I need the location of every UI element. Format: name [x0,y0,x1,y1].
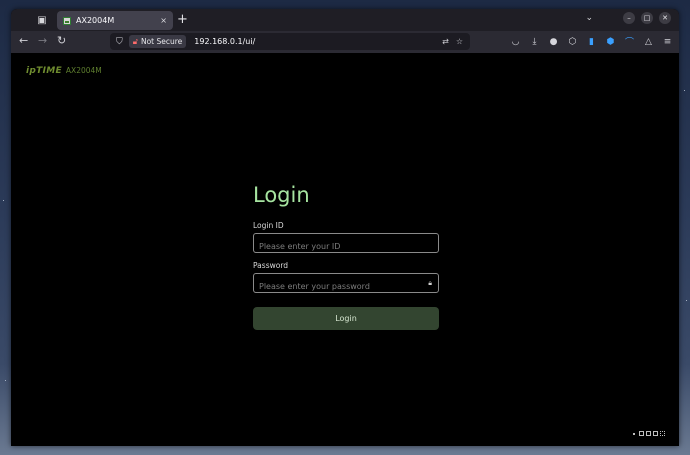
square-icon [639,431,644,436]
password-lock-icon: 🔒︎ [428,279,432,287]
not-secure-label: Not Secure [140,37,183,46]
new-tab-button[interactable]: + [177,11,188,29]
login-id-label: Login ID [253,221,284,230]
url-text[interactable]: 192.168.0.1/ui/ [194,37,442,46]
square-icon [646,431,651,436]
insecure-lock-icon: 🔓︎ [132,36,138,46]
password-label: Password [253,261,289,270]
square-icon [653,431,658,436]
tab-title: AX2004M [76,16,115,25]
login-button[interactable]: Login [253,307,439,330]
pocket-icon[interactable]: ◡ [510,37,521,47]
login-id-field [253,233,439,256]
page-content: ipTIME AX2004M Login Login ID Password 🔒… [11,53,679,446]
toolbar-icons: ◡ ⤓ ● ⬡ ▮ ⬢ ⌒ △ ≡ [510,35,673,49]
adblock-icon[interactable]: ● [548,37,559,47]
star [684,90,685,91]
address-bar[interactable]: ⛉ 🔓︎ Not Secure 192.168.0.1/ui/ ⇄ ☆ [110,33,470,50]
back-arrow-icon[interactable]: ← [19,34,28,47]
tracking-shield-icon[interactable]: ⛉ [116,37,123,47]
login-title: Login [253,183,310,207]
password-field: 🔒︎ [253,273,439,296]
forward-arrow-icon[interactable]: → [38,34,47,47]
router-model: AX2004M [65,66,102,75]
router-favicon-icon [63,16,71,25]
language-selector[interactable] [633,431,665,436]
password-input[interactable] [254,277,438,296]
translate-icon[interactable]: ⇄ [442,37,449,46]
iptime-logo: ipTIME [26,66,62,76]
tab-overflow-chevron-icon[interactable]: ⌄ [585,13,593,23]
star [3,200,4,201]
maximize-icon[interactable]: □ [641,12,653,24]
login-id-input[interactable] [254,237,438,256]
vpn-icon[interactable]: ⌒ [624,35,635,48]
tab-close-icon[interactable]: × [160,16,167,25]
reload-icon[interactable]: ↻ [57,34,66,47]
login-form: Login Login ID Password 🔒︎ Login [253,183,440,330]
navigation-bar: ← → ↻ ⛉ 🔓︎ Not Secure 192.168.0.1/ui/ ⇄ … [11,31,679,53]
not-secure-badge[interactable]: 🔓︎ Not Secure [128,35,187,48]
close-window-icon[interactable]: ✕ [659,12,671,24]
settings-dot-icon [633,432,635,435]
tab-bar: ▣ AX2004M × + ⌄ – □ ✕ [11,9,679,31]
ublock-icon[interactable]: ⬢ [605,37,616,47]
brand-header: ipTIME AX2004M [26,66,102,76]
star [686,300,687,301]
tab-list-icon[interactable]: ▣ [31,9,53,31]
downloads-icon[interactable]: ⤓ [529,37,540,47]
tab-ax2004m[interactable]: AX2004M × [57,11,173,30]
browser-window: ▣ AX2004M × + ⌄ – □ ✕ ← → ↻ ⛉ 🔓︎ Not Sec… [11,9,679,446]
menu-hamburger-icon[interactable]: ≡ [662,37,673,47]
bookmark-star-icon[interactable]: ☆ [456,37,463,46]
window-controls: ⌄ – □ ✕ [585,12,671,24]
account-icon[interactable]: △ [643,37,654,47]
star [5,380,6,381]
grid-icon [660,431,665,436]
minimize-icon[interactable]: – [623,12,635,24]
extensions-icon[interactable]: ⬡ [567,37,578,47]
bitwarden-icon[interactable]: ▮ [586,37,597,47]
